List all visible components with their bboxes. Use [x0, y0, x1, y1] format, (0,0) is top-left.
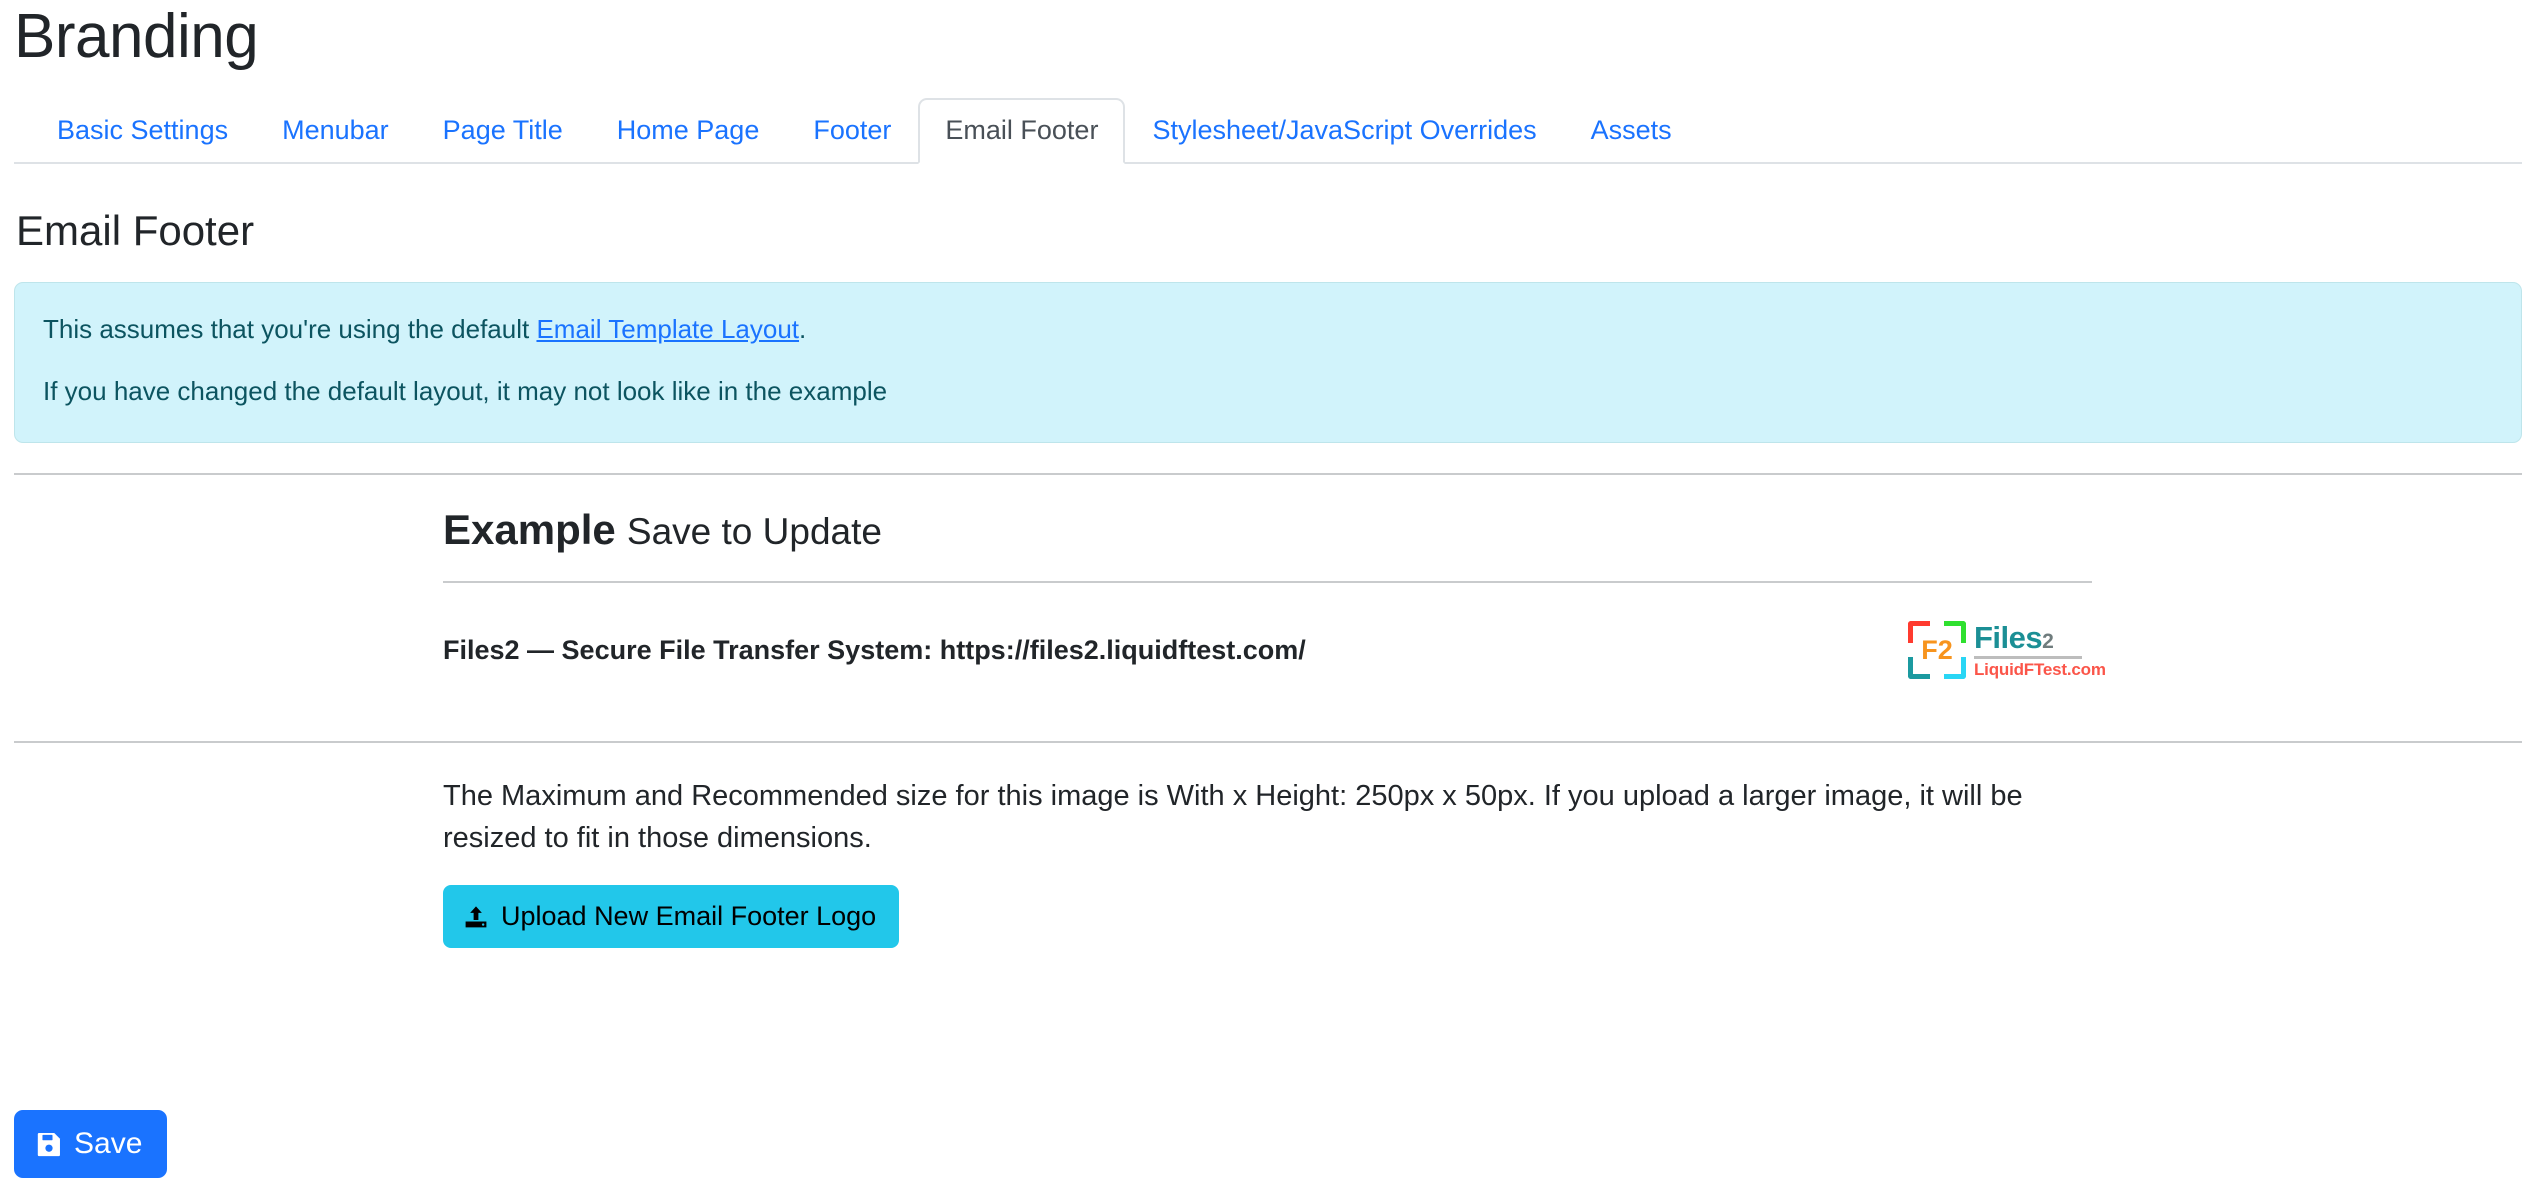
example-heading-light: Save to Update: [626, 510, 882, 552]
section-heading: Email Footer: [16, 207, 255, 254]
tab-home-page[interactable]: Home Page: [590, 98, 787, 164]
tab-stylesheet-javascript-overrides[interactable]: Stylesheet/JavaScript Overrides: [1125, 98, 1563, 164]
tab-basic-settings[interactable]: Basic Settings: [30, 98, 255, 164]
section-divider-bottom: [14, 741, 2522, 744]
logo-brand-name: Files2: [1974, 622, 2106, 653]
alert-line-1-suffix: .: [799, 314, 807, 345]
branding-page: Branding Basic Settings Menubar Page Tit…: [0, 0, 2536, 1202]
alert-line-2: If you have changed the default layout, …: [43, 376, 888, 407]
tab-page-title[interactable]: Page Title: [416, 98, 590, 164]
logo-divider: [1974, 656, 2082, 660]
upload-button-label: Upload New Email Footer Logo: [501, 901, 877, 932]
example-footer-row: Files2 — Secure File Transfer System: ht…: [443, 583, 2106, 711]
upload-help-block: The Maximum and Recommended size for thi…: [14, 775, 2522, 949]
logo-brand-number: 2: [2042, 630, 2054, 654]
logo-wordmark: Files2 LiquidFTest.com: [1974, 622, 2106, 678]
upload-icon: [463, 904, 489, 930]
upload-help-text: The Maximum and Recommended size for thi…: [443, 780, 2023, 855]
tab-menubar[interactable]: Menubar: [255, 98, 416, 164]
section-divider-top: [14, 472, 2522, 475]
tab-email-footer[interactable]: Email Footer: [918, 98, 1126, 164]
logo-brand-word: Files: [1974, 620, 2043, 656]
example-preview: Example Save to Update Files2 — Secure F…: [14, 505, 2522, 711]
files2-logo: F2 Files2 LiquidFTest.com: [1908, 619, 2106, 681]
example-heading: Example Save to Update: [443, 505, 2092, 581]
logo-bracket-mark: F2: [1908, 621, 1966, 680]
example-heading-space: [616, 509, 627, 553]
branding-tab-bar: Basic Settings Menubar Page Title Home P…: [14, 96, 2522, 164]
example-heading-strong: Example: [443, 505, 616, 553]
upload-email-footer-logo-button[interactable]: Upload New Email Footer Logo: [443, 885, 900, 949]
floppy-disk-icon: [35, 1130, 63, 1158]
example-footer-text: Files2 — Secure File Transfer System: ht…: [443, 634, 1306, 665]
email-template-layout-link[interactable]: Email Template Layout: [536, 314, 799, 344]
page-title: Branding: [14, 2, 259, 71]
tab-footer[interactable]: Footer: [786, 98, 918, 164]
save-button[interactable]: Save: [14, 1110, 168, 1178]
save-button-label: Save: [74, 1127, 143, 1160]
info-alert: This assumes that you're using the defau…: [14, 282, 2522, 443]
alert-line-1-prefix: This assumes that you're using the defau…: [43, 314, 537, 345]
alert-line-1: This assumes that you're using the defau…: [43, 309, 2493, 349]
tab-assets[interactable]: Assets: [1564, 98, 1699, 164]
logo-mark-text: F2: [1921, 634, 1953, 665]
save-action-area: Save: [14, 1110, 168, 1178]
logo-domain: LiquidFTest.com: [1974, 660, 2106, 680]
